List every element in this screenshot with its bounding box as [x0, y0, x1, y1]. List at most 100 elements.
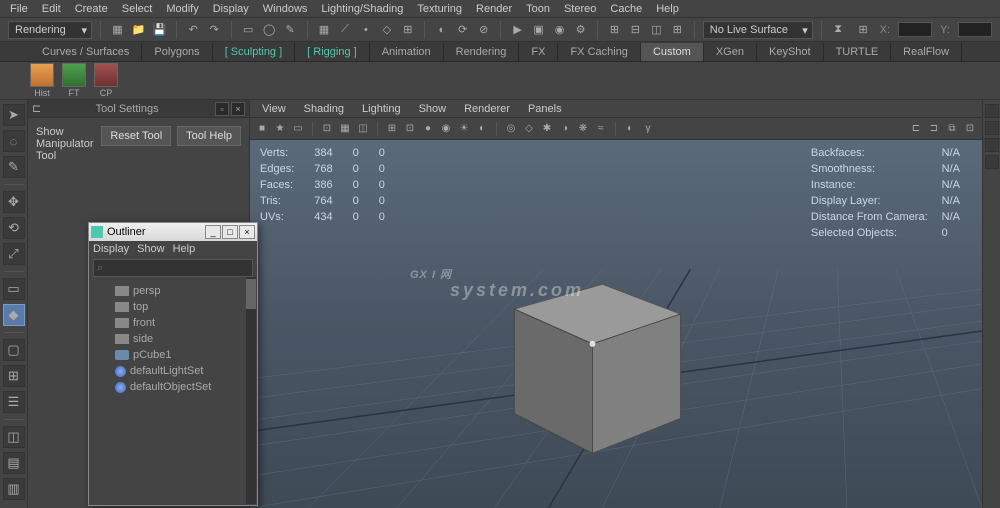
vp-safe-icon[interactable]: ◫	[355, 121, 371, 137]
x-coord-field[interactable]	[898, 22, 932, 37]
outliner-window[interactable]: Outliner _ □ × DisplayShowHelp ⌕ perspto…	[88, 222, 258, 506]
save-scene-icon[interactable]: 💾	[151, 21, 168, 39]
graph-editor-icon[interactable]: ▥	[3, 478, 25, 500]
menu-display[interactable]: Display	[207, 1, 255, 17]
outliner-scrollbar[interactable]	[246, 277, 256, 504]
close-icon[interactable]: ×	[239, 225, 255, 239]
vp-dock-left-icon[interactable]: ⊏	[908, 121, 924, 137]
shelf-tab-fxcaching[interactable]: FX Caching	[558, 43, 640, 61]
menu-stereo[interactable]: Stereo	[558, 1, 602, 17]
layout-4-icon[interactable]: ⊞	[669, 21, 686, 39]
vp-gate-icon[interactable]: ⊡	[319, 121, 335, 137]
outliner-menu-show[interactable]: Show	[137, 243, 165, 255]
vp-dock-right-icon[interactable]: ⊐	[926, 121, 942, 137]
vp-grid-icon[interactable]: ⊞	[384, 121, 400, 137]
shelf-tab-rigging[interactable]: [ Rigging ]	[295, 43, 370, 61]
snap-point-icon[interactable]: •	[357, 21, 374, 39]
outliner-scroll-thumb[interactable]	[246, 279, 256, 309]
scale-tool-icon[interactable]: ⤢	[3, 243, 25, 265]
menu-render[interactable]: Render	[470, 1, 518, 17]
menu-toon[interactable]: Toon	[520, 1, 556, 17]
shelf-item-cp[interactable]: CP	[94, 63, 118, 98]
vp-ao-icon[interactable]: ◑	[557, 121, 573, 137]
shelf-tab-keyshot[interactable]: KeyShot	[757, 43, 824, 61]
shelf-tab-rendering[interactable]: Rendering	[444, 43, 520, 61]
vp-motion-blur-icon[interactable]: ❋	[575, 121, 591, 137]
sym-icon[interactable]: ⧗	[830, 21, 847, 39]
shelf-tab-fx[interactable]: FX	[519, 43, 558, 61]
hypershade-icon[interactable]: ▤	[3, 452, 25, 474]
lasso-tool-icon[interactable]: ◌	[3, 130, 25, 152]
vp-image-plane-icon[interactable]: ▭	[290, 121, 306, 137]
toggle-icon[interactable]: ◐	[433, 21, 450, 39]
outliner-item-pcube1[interactable]: pCube1	[89, 347, 257, 363]
move-tool-icon[interactable]: ✥	[3, 191, 25, 213]
select-mode-icon[interactable]: ▭	[240, 21, 257, 39]
vp-isolate-icon[interactable]: ◎	[503, 121, 519, 137]
new-scene-icon[interactable]: ▦	[109, 21, 126, 39]
last-tool-icon[interactable]: ▭	[3, 278, 25, 300]
outliner-item-persp[interactable]: persp	[89, 283, 257, 299]
layout-1-icon[interactable]: ⊞	[606, 21, 623, 39]
shelf-item-hist[interactable]: Hist	[30, 63, 54, 98]
menu-select[interactable]: Select	[116, 1, 159, 17]
menu-lightingshading[interactable]: Lighting/Shading	[315, 1, 409, 17]
outliner-pane-icon[interactable]: ☰	[3, 391, 25, 413]
vp-aa-icon[interactable]: ≈	[593, 121, 609, 137]
vp-shadows-icon[interactable]: ◐	[474, 121, 490, 137]
redo-icon[interactable]: ↷	[206, 21, 223, 39]
workspace-dropdown[interactable]: Rendering	[8, 21, 92, 39]
render-settings-icon[interactable]: ⚙	[572, 21, 589, 39]
ipr-icon[interactable]: ◉	[551, 21, 568, 39]
y-coord-field[interactable]	[958, 22, 992, 37]
history-off-icon[interactable]: ⊘	[475, 21, 492, 39]
layout-3-icon[interactable]: ◫	[648, 21, 665, 39]
vp-menu-shading[interactable]: Shading	[296, 101, 352, 117]
single-pane-icon[interactable]: ▢	[3, 339, 25, 361]
outliner-item-defaultobjectset[interactable]: defaultObjectSet	[89, 379, 257, 395]
tool-help-button[interactable]: Tool Help	[177, 126, 241, 146]
vp-use-lights-icon[interactable]: ☀	[456, 121, 472, 137]
vp-xray-icon[interactable]: ◇	[521, 121, 537, 137]
outliner-search-field[interactable]: ⌕	[93, 259, 253, 277]
outliner-item-side[interactable]: side	[89, 331, 257, 347]
snap-curve-icon[interactable]: ⟋	[336, 21, 353, 39]
render-region-icon[interactable]: ▣	[530, 21, 547, 39]
outliner-item-front[interactable]: front	[89, 315, 257, 331]
shelf-item-ft[interactable]: FT	[62, 63, 86, 98]
layout-2-icon[interactable]: ⊟	[627, 21, 644, 39]
outliner-menu-display[interactable]: Display	[93, 243, 129, 255]
vp-wireframe-icon[interactable]: ⊡	[402, 121, 418, 137]
outliner-item-top[interactable]: top	[89, 299, 257, 315]
vp-film-gate-icon[interactable]: ▦	[337, 121, 353, 137]
four-pane-icon[interactable]: ⊞	[3, 365, 25, 387]
shelf-tab-turtle[interactable]: TURTLE	[824, 43, 892, 61]
vp-menu-panels[interactable]: Panels	[520, 101, 570, 117]
vp-shaded-icon[interactable]: ●	[420, 121, 436, 137]
vp-xray-joints-icon[interactable]: ✱	[539, 121, 555, 137]
menu-windows[interactable]: Windows	[257, 1, 314, 17]
channel-box-icon[interactable]	[985, 104, 999, 118]
shelf-tab-custom[interactable]: Custom	[641, 43, 704, 61]
outliner-item-defaultlightset[interactable]: defaultLightSet	[89, 363, 257, 379]
vp-popout-icon[interactable]: ⧉	[944, 121, 960, 137]
lasso-select-icon[interactable]: ◯	[261, 21, 278, 39]
vp-menu-lighting[interactable]: Lighting	[354, 101, 409, 117]
undock-icon[interactable]: ▫	[215, 102, 229, 116]
shelf-tab-realflow[interactable]: RealFlow	[891, 43, 962, 61]
show-manip-tool-icon[interactable]: ◆	[3, 304, 25, 326]
vp-bookmark-icon[interactable]: ★	[272, 121, 288, 137]
panel-toggle-icon[interactable]: ⊞	[855, 21, 872, 39]
maximize-icon[interactable]: □	[222, 225, 238, 239]
outliner-titlebar[interactable]: Outliner _ □ ×	[89, 223, 257, 241]
shelf-tab-polygons[interactable]: Polygons	[142, 43, 212, 61]
menu-texturing[interactable]: Texturing	[411, 1, 468, 17]
vp-exposure-icon[interactable]: ◐	[622, 121, 638, 137]
menu-modify[interactable]: Modify	[160, 1, 204, 17]
layer-editor-icon[interactable]	[985, 121, 999, 135]
snap-view-icon[interactable]: ⊞	[399, 21, 416, 39]
vp-camera-select-icon[interactable]: ■	[254, 121, 270, 137]
menu-cache[interactable]: Cache	[604, 1, 648, 17]
shelf-tab-sculpting[interactable]: [ Sculpting ]	[213, 43, 295, 61]
menu-help[interactable]: Help	[650, 1, 685, 17]
